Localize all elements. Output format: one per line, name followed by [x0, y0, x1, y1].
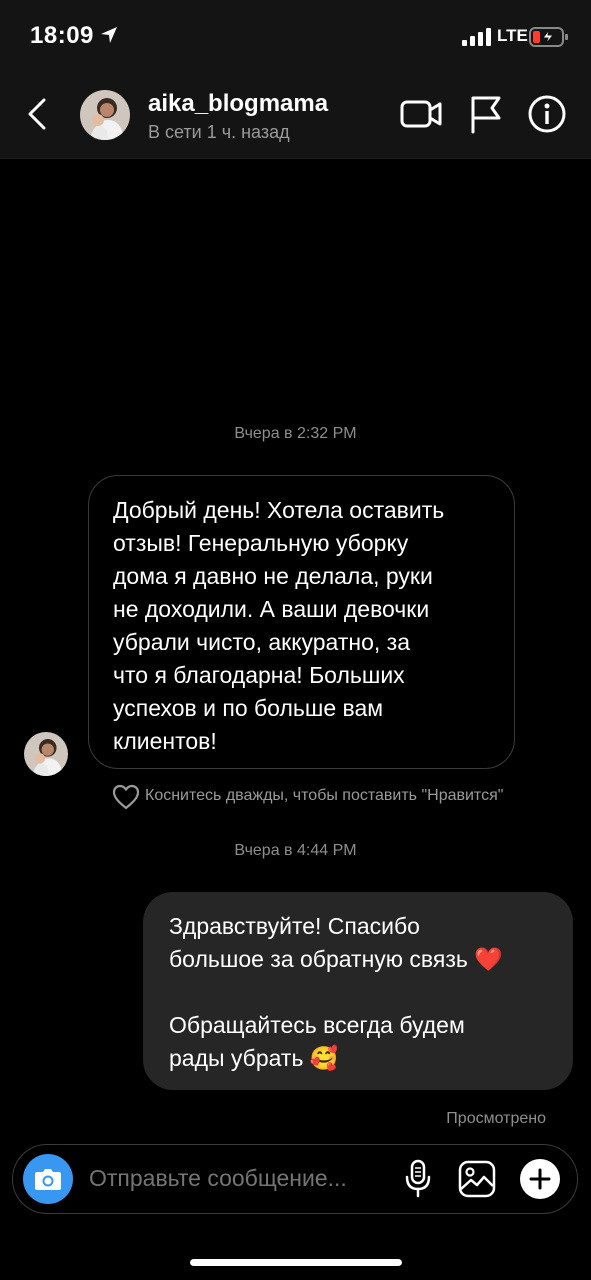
message-timestamp: Вчера в 2:32 PM: [234, 425, 357, 442]
signal-icon: [462, 28, 491, 46]
network-type: LTE: [497, 26, 528, 45]
sender-avatar[interactable]: [24, 732, 68, 776]
incoming-message[interactable]: Добрый день! Хотела оставить отзыв! Гене…: [88, 475, 515, 769]
camera-icon: [35, 1169, 61, 1190]
message-composer: [12, 1144, 578, 1214]
info-icon[interactable]: [527, 94, 567, 134]
back-arrow-icon[interactable]: [24, 96, 54, 132]
home-indicator[interactable]: [190, 1259, 402, 1266]
chat-username[interactable]: aika_blogmama: [148, 90, 328, 118]
plus-icon: [529, 1168, 551, 1190]
status-time: 18:09: [30, 22, 94, 49]
message-input[interactable]: [89, 1165, 389, 1192]
message-timestamp: Вчера в 4:44 PM: [234, 842, 357, 859]
video-call-icon[interactable]: [400, 96, 442, 132]
location-arrow-icon: [101, 27, 117, 43]
add-button[interactable]: [520, 1159, 560, 1199]
microphone-icon[interactable]: [403, 1159, 433, 1199]
battery-icon: [529, 27, 568, 47]
chat-header: aika_blogmama В сети 1 ч. назад: [0, 70, 591, 159]
presence-status: В сети 1 ч. назад: [148, 122, 290, 142]
seen-status: Просмотрено: [446, 1110, 546, 1127]
heart-icon[interactable]: [112, 784, 140, 810]
status-bar: 18:09 LTE: [0, 0, 591, 70]
like-hint-text: Коснитесь дважды, чтобы поставить "Нрави…: [145, 787, 504, 804]
gallery-icon[interactable]: [457, 1159, 497, 1199]
outgoing-message[interactable]: Здравствуйте! Спасибо большое за обратну…: [143, 892, 573, 1090]
avatar[interactable]: [80, 90, 130, 140]
camera-button[interactable]: [23, 1154, 73, 1204]
flag-icon[interactable]: [468, 94, 504, 134]
